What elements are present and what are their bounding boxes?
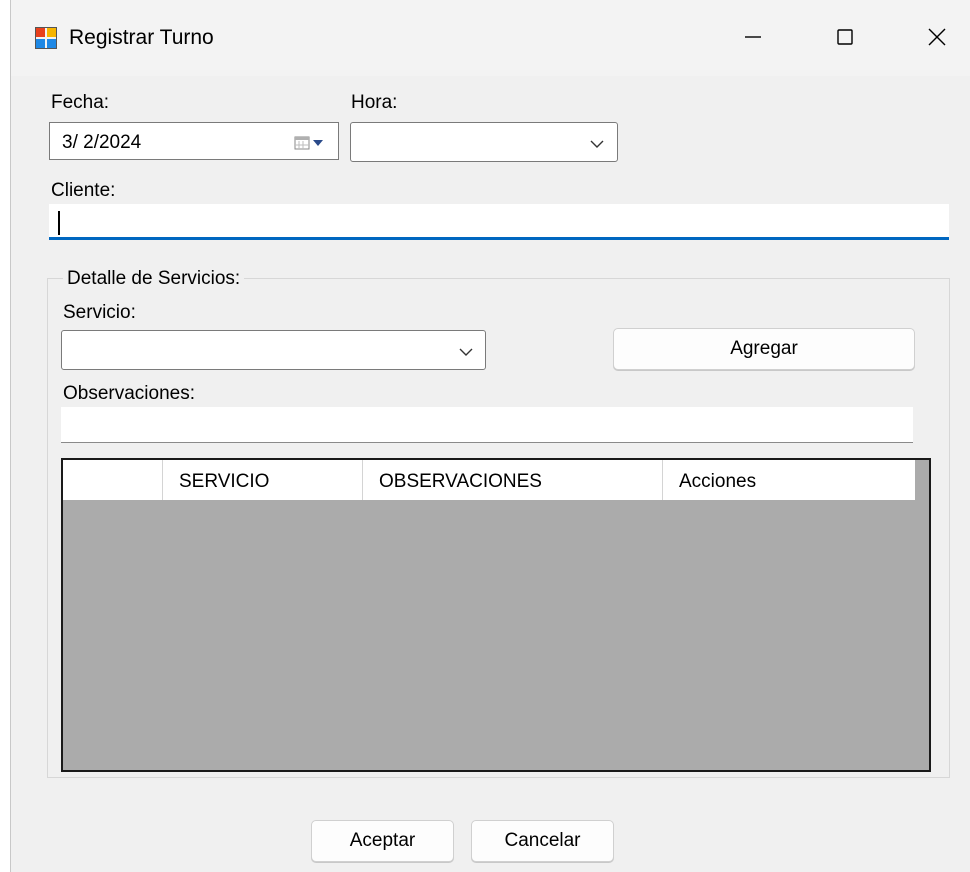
grid-header: SERVICIO OBSERVACIONES Acciones xyxy=(63,460,915,500)
app-icon xyxy=(35,27,57,49)
grid-column-header-rowheader[interactable] xyxy=(63,460,163,500)
fecha-datepicker[interactable]: 3/ 2/2024 xyxy=(49,122,339,160)
grid-column-header-servicio[interactable]: SERVICIO xyxy=(163,460,363,500)
grid-column-header-observaciones[interactable]: OBSERVACIONES xyxy=(363,460,663,500)
observaciones-label: Observaciones: xyxy=(63,383,196,404)
close-button[interactable] xyxy=(909,14,965,60)
registrar-turno-window: Registrar Turno Fecha: 3/ 2/2024 Hora: C… xyxy=(10,0,970,872)
close-icon xyxy=(928,28,946,46)
fecha-value: 3/ 2/2024 xyxy=(62,132,142,153)
text-caret xyxy=(58,211,60,235)
observaciones-input[interactable] xyxy=(61,407,913,443)
maximize-icon xyxy=(837,29,853,45)
minimize-icon xyxy=(745,36,761,38)
cliente-label: Cliente: xyxy=(51,180,116,201)
title-bar[interactable]: Registrar Turno xyxy=(11,0,970,76)
chevron-down-icon xyxy=(590,140,604,148)
aceptar-button[interactable]: Aceptar xyxy=(311,820,454,862)
chevron-down-icon xyxy=(459,348,473,356)
minimize-button[interactable] xyxy=(725,14,781,60)
agregar-button[interactable]: Agregar xyxy=(613,328,915,370)
calendar-dropdown-icon[interactable] xyxy=(294,136,328,150)
servicio-label: Servicio: xyxy=(63,302,136,323)
servicio-combobox[interactable] xyxy=(61,330,486,370)
grid-column-header-acciones[interactable]: Acciones xyxy=(663,460,915,500)
hora-combobox[interactable] xyxy=(350,122,618,162)
fecha-label: Fecha: xyxy=(51,92,110,113)
detalle-servicios-title: Detalle de Servicios: xyxy=(63,268,245,290)
maximize-button[interactable] xyxy=(817,14,873,60)
hora-label: Hora: xyxy=(351,92,398,113)
cliente-input[interactable] xyxy=(49,204,949,240)
cancelar-button[interactable]: Cancelar xyxy=(471,820,614,862)
servicios-datagrid[interactable]: SERVICIO OBSERVACIONES Acciones xyxy=(61,458,931,772)
window-title: Registrar Turno xyxy=(69,26,214,49)
